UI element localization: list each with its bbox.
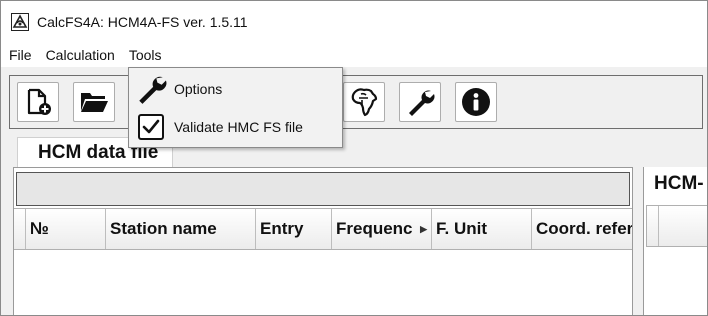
menu-item-options[interactable]: Options	[129, 70, 342, 108]
checkbox-icon	[134, 110, 168, 144]
menu-item-options-label: Options	[174, 81, 223, 97]
app-window: CalcFS4A: HCM4A-FS ver. 1.5.11 File Calc…	[0, 0, 708, 316]
new-file-button[interactable]	[17, 82, 59, 122]
filter-bar	[16, 172, 630, 206]
column-header-frequency[interactable]: Frequenc ▶	[332, 209, 432, 249]
menu-bar: File Calculation Tools	[1, 43, 707, 67]
tab-strip: HCM data file	[9, 133, 703, 167]
africa-map-icon	[351, 88, 378, 117]
menu-file[interactable]: File	[9, 47, 32, 63]
right-table-header	[646, 205, 707, 247]
hcm-data-panel: № Station name Entry Frequenc ▶ F. Unit …	[13, 167, 633, 315]
info-button[interactable]	[455, 82, 497, 122]
new-file-icon	[27, 88, 51, 115]
title-bar: CalcFS4A: HCM4A-FS ver. 1.5.11	[1, 1, 707, 43]
right-row-selector-header[interactable]	[647, 206, 659, 246]
checkmark-icon	[142, 119, 160, 134]
wrench-icon	[409, 90, 435, 116]
column-header-number[interactable]: №	[26, 209, 106, 249]
right-panel-title: HCM-	[654, 173, 704, 194]
toolbar	[9, 75, 703, 129]
validate-checkbox[interactable]	[138, 114, 164, 140]
open-folder-button[interactable]	[73, 82, 115, 122]
column-header-f-unit[interactable]: F. Unit	[432, 209, 532, 249]
sort-arrow-icon: ▶	[420, 224, 427, 234]
info-icon	[462, 88, 490, 116]
wrench-icon	[134, 72, 168, 106]
column-header-frequency-label: Frequenc	[336, 219, 413, 238]
column-header-coord-reference[interactable]: Coord. refer	[532, 209, 632, 249]
menu-tools[interactable]: Tools	[129, 47, 162, 63]
open-folder-icon	[81, 93, 108, 112]
row-selector-header[interactable]	[14, 209, 26, 249]
menu-item-validate-hmc-fs-file[interactable]: Validate HMC FS file	[129, 108, 342, 146]
table-header: № Station name Entry Frequenc ▶ F. Unit …	[14, 208, 632, 250]
menu-calculation[interactable]: Calculation	[46, 47, 115, 63]
column-header-entry[interactable]: Entry	[256, 209, 332, 249]
africa-map-button[interactable]	[343, 82, 385, 122]
column-header-station-name[interactable]: Station name	[106, 209, 256, 249]
settings-wrench-button[interactable]	[399, 82, 441, 122]
tools-menu-dropdown: Options Validate HMC FS file	[128, 67, 343, 148]
app-logo-icon	[11, 13, 29, 31]
hcm-right-panel: HCM-	[643, 167, 707, 315]
menu-item-validate-label: Validate HMC FS file	[174, 119, 303, 135]
window-title: CalcFS4A: HCM4A-FS ver. 1.5.11	[37, 14, 248, 30]
